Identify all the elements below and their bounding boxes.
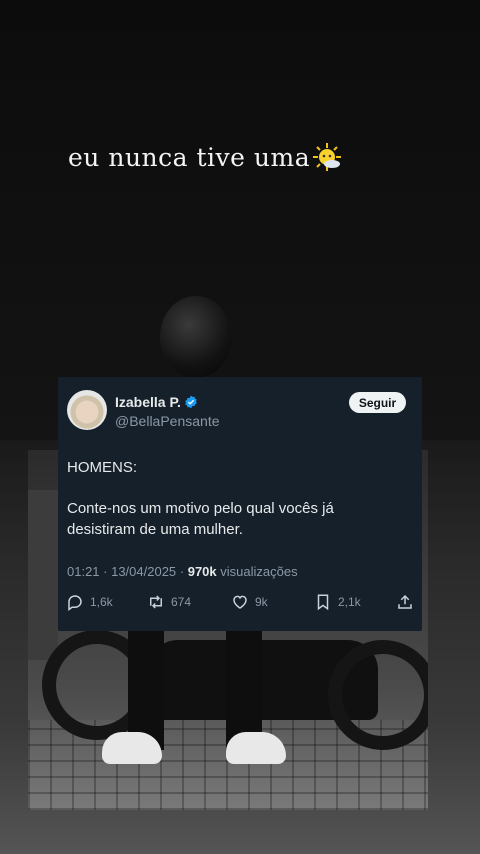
rear-wheel — [328, 640, 428, 750]
retweet-count: 674 — [171, 595, 192, 609]
verified-badge-icon — [185, 395, 197, 409]
retweet-icon — [150, 595, 162, 609]
like-button[interactable]: 9k — [231, 589, 268, 615]
share-icon — [398, 594, 412, 609]
author-name[interactable]: Izabella P. — [115, 394, 181, 410]
reply-count: 1,6k — [90, 595, 113, 609]
caption-text: eu nunca tive uma — [68, 143, 311, 172]
right-sneaker — [226, 732, 286, 764]
like-count: 9k — [255, 595, 268, 609]
reply-icon — [68, 595, 82, 611]
tweet-card[interactable]: Izabella P. @BellaPensante Seguir HOMENS… — [58, 377, 422, 631]
sun-behind-cloud-emoji — [313, 143, 342, 171]
bookmark-button[interactable]: 2,1k — [314, 589, 361, 615]
views-label: visualizações — [220, 564, 298, 579]
bookmark-icon — [317, 594, 329, 611]
tweet-heading: HOMENS: — [67, 459, 138, 476]
left-sneaker — [102, 732, 162, 764]
retweet-button[interactable]: 674 — [147, 589, 191, 615]
author-handle[interactable]: @BellaPensante — [115, 413, 220, 429]
bookmark-count: 2,1k — [338, 595, 361, 609]
avatar[interactable] — [67, 390, 107, 430]
views-count: 970k — [187, 564, 217, 579]
author-name-row[interactable]: Izabella P. — [115, 394, 198, 410]
follow-button[interactable]: Seguir — [349, 392, 406, 413]
heart-icon — [233, 595, 247, 609]
share-button[interactable] — [396, 589, 420, 615]
building — [28, 490, 58, 660]
tweet-actions: 1,6k 674 9k 2,1k — [58, 589, 422, 615]
tweet-meta: 01:21 · 13/04/2025 · 970k visualizações — [67, 564, 298, 579]
tweet-timestamp[interactable]: 01:21 · 13/04/2025 · — [67, 564, 184, 579]
tweet-body: Conte-nos um motivo pelo qual vocês já d… — [67, 500, 334, 538]
video-caption: eu nunca tive uma — [68, 142, 342, 172]
helmet — [160, 296, 232, 378]
reply-button[interactable]: 1,6k — [66, 589, 113, 615]
